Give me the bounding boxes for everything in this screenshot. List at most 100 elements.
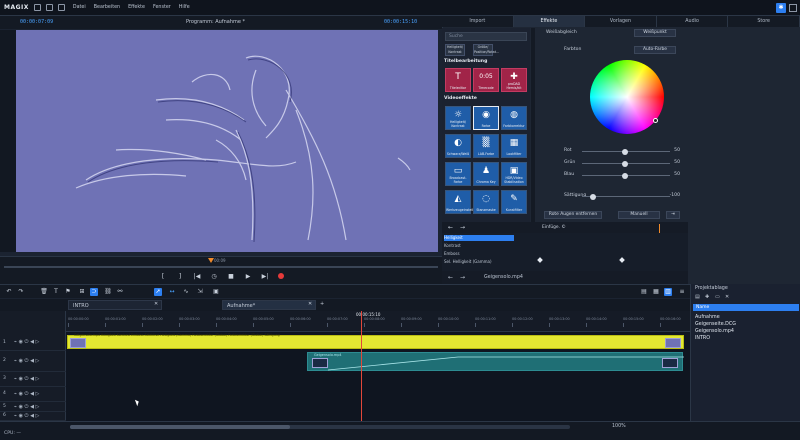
bin-folder-icon[interactable]: ▭ <box>715 294 720 300</box>
chip-helligkeit[interactable]: Helligkeit/ Kontrast <box>445 44 465 56</box>
settings-icon[interactable] <box>789 4 797 12</box>
close-tab-icon[interactable]: ✕ <box>308 301 312 307</box>
bin-list-icon[interactable]: ▤ <box>695 294 700 300</box>
add-tab-icon[interactable]: + <box>320 301 324 307</box>
project-bin-header[interactable]: Name <box>693 304 799 311</box>
track-controls-icon[interactable]: ⌁ ◉ ⏻ ◀ ▷ <box>14 404 39 410</box>
keyframe-diamond[interactable] <box>537 257 543 263</box>
keyframe-row[interactable]: Helligkeit <box>444 235 514 241</box>
tile-chromakey[interactable]: ♟ Chroma Key <box>473 162 499 186</box>
tile-werkzeug[interactable]: ◭ Werkzeugeinstell. <box>445 190 474 214</box>
menu-bearbeiten[interactable]: Bearbeiten <box>94 5 120 10</box>
back-arrow-icon[interactable]: ← <box>448 224 453 231</box>
track-header[interactable]: 1 ⌁ ◉ ⏻ ◀ ▷ <box>0 335 66 351</box>
bin-add-icon[interactable]: ✚ <box>705 294 709 300</box>
zoom-level[interactable]: 100% <box>612 424 626 429</box>
collapse-button[interactable]: ⇥ <box>666 211 680 219</box>
ripple-icon[interactable]: ⊃ <box>90 288 98 296</box>
track-header[interactable]: 4 ⌁ ◉ ⏻ ◀ ▷ <box>0 388 66 402</box>
mark-in-button[interactable]: [ <box>159 272 168 281</box>
redo-icon[interactable]: ↷ <box>17 288 25 296</box>
keyframe-row[interactable]: Sel. Helligkeit (Gamma) <box>444 259 514 265</box>
saettigung-slider[interactable] <box>582 193 670 200</box>
open-project-icon[interactable] <box>45 4 53 11</box>
new-project-icon[interactable] <box>33 4 41 11</box>
group-icon[interactable]: ⛓ <box>104 288 112 296</box>
multicam-icon[interactable]: ▣ <box>212 288 220 296</box>
volume-curve[interactable] <box>308 353 684 372</box>
auto-farbe-button[interactable]: Auto-Farbe <box>634 46 676 54</box>
text-tool-icon[interactable]: T <box>52 288 60 296</box>
track-header[interactable]: 6 ⌁ ◉ ⏻ ◀ ▷ <box>0 412 66 421</box>
video-clip-overlay[interactable]: Geigensolo.mp4 <box>307 352 684 372</box>
save-icon[interactable] <box>57 4 65 11</box>
tab-store[interactable]: Store <box>728 16 800 27</box>
track-controls-icon[interactable]: ⌁ ◉ ⏻ ◀ ▷ <box>14 376 39 382</box>
tile-timecode[interactable]: 0:05 Timecode <box>473 68 499 92</box>
effects-scrollbar[interactable] <box>531 28 535 222</box>
blau-knob[interactable] <box>622 172 628 179</box>
keyframe-row[interactable]: Emboss <box>444 251 514 257</box>
track-header[interactable]: 2 ⌁ ◉ ⏻ ◀ ▷ <box>0 352 66 372</box>
bin-delete-icon[interactable]: ✕ <box>725 294 729 300</box>
saettigung-knob[interactable] <box>590 193 596 200</box>
tab-audio[interactable]: Audio <box>657 16 729 27</box>
timeline-scrollbar[interactable] <box>70 425 570 429</box>
chip-groesse[interactable]: Größe/ Position/Rotat... <box>473 44 499 56</box>
mixer-icon[interactable]: ≡ <box>678 288 686 296</box>
tile-farbe[interactable]: ◉ Farbe <box>473 106 499 130</box>
bluetooth-icon[interactable]: ✱ <box>776 3 786 13</box>
blau-slider[interactable] <box>582 172 670 179</box>
forward-arrow-icon[interactable]: → <box>460 224 465 231</box>
tile-lookfilter[interactable]: ▦ Lookfilter <box>501 134 527 158</box>
gruen-knob[interactable] <box>622 160 628 167</box>
color-wheel[interactable] <box>590 60 664 134</box>
mouse-mode-icon[interactable]: ➚ <box>154 288 162 296</box>
range-icon[interactable]: ↔ <box>168 288 176 296</box>
snap-icon[interactable]: ⚯ <box>116 288 124 296</box>
bin-item[interactable]: Geigenseite.DCG <box>695 322 736 327</box>
curve-icon[interactable]: ∿ <box>182 288 190 296</box>
go-end-button[interactable]: ▶| <box>261 272 270 281</box>
tile-kunstfilter[interactable]: ✎ Kunstfilter <box>501 190 527 214</box>
marker-icon[interactable]: ⚑ <box>64 288 72 296</box>
timeline-playhead[interactable] <box>361 311 362 421</box>
stop-button[interactable]: ■ <box>227 272 236 281</box>
manuell-button[interactable]: Manuell <box>618 211 660 219</box>
tile-farbkorrektur[interactable]: ◍ Farbkorrektur <box>501 106 527 130</box>
preview-scrubber[interactable]: 00:09 <box>0 256 442 268</box>
storyboard-icon[interactable]: ▦ <box>652 288 660 296</box>
tile-schwarzweiss[interactable]: ◐ Schwarz/Weiß <box>445 134 471 158</box>
tile-prodad[interactable]: ✚ proDAD Hemis/kit <box>501 68 527 92</box>
color-wheel-picker[interactable] <box>653 118 658 123</box>
bin-item[interactable]: INTRO <box>695 336 710 341</box>
trim-icon[interactable]: ⇲ <box>196 288 204 296</box>
bin-item[interactable]: Aufnahme <box>695 315 720 320</box>
view-mode-icon[interactable]: ▤ <box>640 288 648 296</box>
timeline-view-icon[interactable]: ▥ <box>664 288 672 296</box>
track-controls-icon[interactable]: ⌁ ◉ ⏻ ◀ ▷ <box>14 358 39 364</box>
undo-icon[interactable]: ↶ <box>5 288 13 296</box>
tile-titeleditor[interactable]: T Titeleditor <box>445 68 471 92</box>
track-controls-icon[interactable]: ⌁ ◉ ⏻ ◀ ▷ <box>14 413 39 419</box>
play-button[interactable]: ▶ <box>244 272 253 281</box>
section-videoeffekte[interactable]: Videoeffekte <box>444 96 530 104</box>
effects-search-input[interactable]: Suche <box>445 32 527 41</box>
tab-aufnahme[interactable]: Aufnahme* <box>222 300 316 310</box>
tab-effekte[interactable]: Effekte <box>513 16 586 27</box>
delete-icon[interactable]: 🗑 <box>40 288 48 296</box>
tab-vorlagen[interactable]: Vorlagen <box>585 16 657 27</box>
close-tab-icon[interactable]: ✕ <box>154 301 158 307</box>
video-clip-effects[interactable]: Geigensolo.mp4 Helligkeit Kontrast Embos… <box>67 333 684 349</box>
go-start-button[interactable]: |◀ <box>193 272 202 281</box>
scrollbar-thumb[interactable] <box>70 425 290 429</box>
track-header[interactable]: 3 ⌁ ◉ ⏻ ◀ ▷ <box>0 373 66 387</box>
bin-item[interactable]: Geigensolo.mp4 <box>695 329 734 334</box>
menu-fenster[interactable]: Fenster <box>153 5 171 10</box>
tile-lab-farbe[interactable]: ▒ LAB-Farbe <box>473 134 499 158</box>
tile-stabilisation[interactable]: ▣ HDR/Video Stabilisation <box>501 162 527 186</box>
weisspunkt-button[interactable]: Weißpunkt <box>634 29 676 37</box>
tile-helligkeit[interactable]: ☼ Helligkeit/ Kontrast <box>445 106 471 130</box>
track-controls-icon[interactable]: ⌁ ◉ ⏻ ◀ ▷ <box>14 391 39 397</box>
menu-effekte[interactable]: Effekte <box>128 5 145 10</box>
